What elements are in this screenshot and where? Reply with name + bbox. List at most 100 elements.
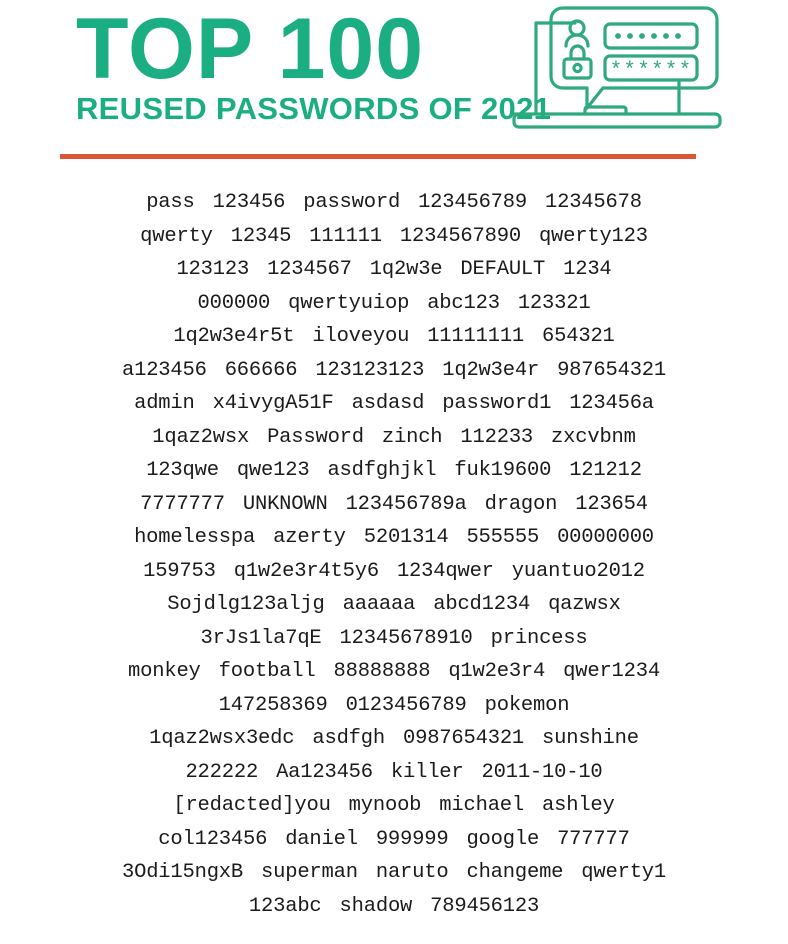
password-item: 123abc <box>248 894 322 918</box>
password-item: password <box>303 191 401 214</box>
password-item: 2011-10-10 <box>481 760 603 784</box>
lock-icon-keyhole <box>572 62 583 74</box>
password-item: monkey <box>128 660 201 683</box>
password-row: homelesspa azerty 5201314 555555 00000000 <box>0 521 788 555</box>
password-item: 555555 <box>466 526 540 549</box>
title-block: TOP 100 REUSED PASSWORDS OF 2021 <box>76 6 552 126</box>
password-row: 222222 Aa123456 killer 2011-10-10 <box>0 756 788 790</box>
password-item: 1qaz2wsx3edc <box>149 727 295 750</box>
password-item: Password <box>267 425 364 449</box>
password-item: fuk19600 <box>454 459 552 482</box>
password-item: 7777777 <box>140 492 225 516</box>
password-item: 123321 <box>517 291 591 315</box>
password-item: ashley <box>542 794 615 817</box>
password-item: 123456789a <box>345 492 467 516</box>
lock-icon-shackle <box>569 44 586 61</box>
password-item: q1w2e3r4 <box>448 660 546 683</box>
password-row: a123456 666666 123123123 1q2w3e4r 987654321 <box>0 354 788 388</box>
user-icon-head <box>568 19 586 37</box>
password-item: 1234qwer <box>396 559 494 583</box>
password-row: 1qaz2wsx3edc asdfgh 0987654321 sunshine <box>0 722 788 756</box>
password-row: 123123 1234567 1q2w3e DEFAULT 1234 <box>0 253 788 287</box>
password-row: 000000 qwertyuiop abc123 123321 <box>0 287 788 321</box>
password-item: 11111111 <box>427 325 525 348</box>
password-item: 777777 <box>557 827 630 851</box>
password-item: 999999 <box>375 827 449 851</box>
password-item: 123456a <box>569 392 654 415</box>
password-item: 112233 <box>460 425 534 449</box>
password-item: Aa123456 <box>276 760 373 784</box>
password-item: [redacted]you <box>173 794 331 817</box>
password-row: 123abc shadow 789456123 <box>0 890 788 924</box>
password-item: 1234567890 <box>399 224 521 248</box>
password-item: daniel <box>285 827 358 851</box>
password-item: killer <box>390 760 464 784</box>
password-item: 123654 <box>575 492 648 516</box>
password-item: 159753 <box>143 559 216 583</box>
password-item: DEFAULT <box>460 258 546 281</box>
header-divider <box>60 154 696 159</box>
password-row: 1q2w3e4r5t iloveyou 11111111 654321 <box>0 320 788 354</box>
password-item: princess <box>490 626 588 650</box>
password-item: google <box>466 827 540 851</box>
laptop-base <box>512 112 722 129</box>
password-item: 1q2w3e4r <box>442 358 540 382</box>
password-item: UNKNOWN <box>242 492 328 516</box>
password-item: 121212 <box>569 459 642 482</box>
user-icon-body <box>564 33 590 48</box>
password-item: 000000 <box>197 291 271 315</box>
lock-icon-body <box>562 57 593 80</box>
password-item: naruto <box>375 861 449 884</box>
password-item: 123456 <box>212 191 286 214</box>
password-item: michael <box>439 794 525 817</box>
password-item: col123456 <box>158 827 268 851</box>
password-item: abc123 <box>427 291 500 315</box>
password-item: football <box>218 660 316 683</box>
password-item: 88888888 <box>333 660 431 683</box>
password-item: 123123123 <box>315 358 425 382</box>
password-row: 7777777 UNKNOWN 123456789a dragon 123654 <box>0 488 788 522</box>
laptop-login-bubble-icon: ****** <box>505 2 733 142</box>
password-row: pass 123456 password 123456789 12345678 <box>0 186 788 220</box>
password-item: 12345678910 <box>339 626 473 650</box>
password-item: admin <box>134 392 195 415</box>
password-item: 111111 <box>309 224 382 248</box>
password-item: abcd1234 <box>433 593 531 616</box>
password-item: yuantuo2012 <box>511 559 645 583</box>
password-item: password1 <box>442 392 552 415</box>
password-item: qwer1234 <box>563 660 660 683</box>
password-item: pokemon <box>484 693 570 717</box>
password-item: 0123456789 <box>345 693 467 717</box>
password-item: 666666 <box>224 358 298 382</box>
password-item: mynoob <box>348 794 422 817</box>
password-row: 159753 q1w2e3r4t5y6 1234qwer yuantuo2012 <box>0 555 788 589</box>
password-item: 123qwe <box>146 459 219 482</box>
password-item: sunshine <box>542 727 639 750</box>
infographic-poster: TOP 100 REUSED PASSWORDS OF 2021 ****** … <box>0 0 788 944</box>
password-row: Sojdlg123aljg aaaaaa abcd1234 qazwsx <box>0 588 788 622</box>
password-item: qwerty123 <box>538 224 648 248</box>
password-field-asterisks: ****** <box>610 60 693 83</box>
password-row: 3Odi15ngxB superman naruto changeme qwerty1 <box>0 856 788 890</box>
password-item: 5201314 <box>363 526 449 549</box>
password-row: monkey football 88888888 q1w2e3r4 qwer1234 <box>0 655 788 689</box>
password-item: 147258369 <box>218 693 328 717</box>
password-item: qwerty1 <box>581 861 667 884</box>
password-item: 3Odi15ngxB <box>121 861 244 884</box>
password-row: 1qaz2wsx Password zinch 112233 zxcvbnm <box>0 421 788 455</box>
password-row: 147258369 0123456789 pokemon <box>0 689 788 723</box>
password-item: 1q2w3e <box>369 258 443 281</box>
password-item: asdasd <box>351 392 425 415</box>
password-item: Sojdlg123aljg <box>167 593 325 616</box>
page-subtitle: REUSED PASSWORDS OF 2021 <box>76 91 552 126</box>
password-item: 222222 <box>185 760 259 784</box>
password-item: zxcvbnm <box>551 425 636 449</box>
password-item: 654321 <box>542 325 615 348</box>
password-item: 1q2w3e4r5t <box>173 325 295 348</box>
password-item: shadow <box>339 894 413 918</box>
password-item: aaaaaa <box>342 593 416 616</box>
password-item: 123123 <box>176 258 250 281</box>
password-item: zinch <box>381 425 443 449</box>
password-list: pass 123456 password 123456789 12345678 qwert… <box>0 186 788 923</box>
password-row: qwerty 12345 111111 1234567890 qwerty123 <box>0 220 788 254</box>
